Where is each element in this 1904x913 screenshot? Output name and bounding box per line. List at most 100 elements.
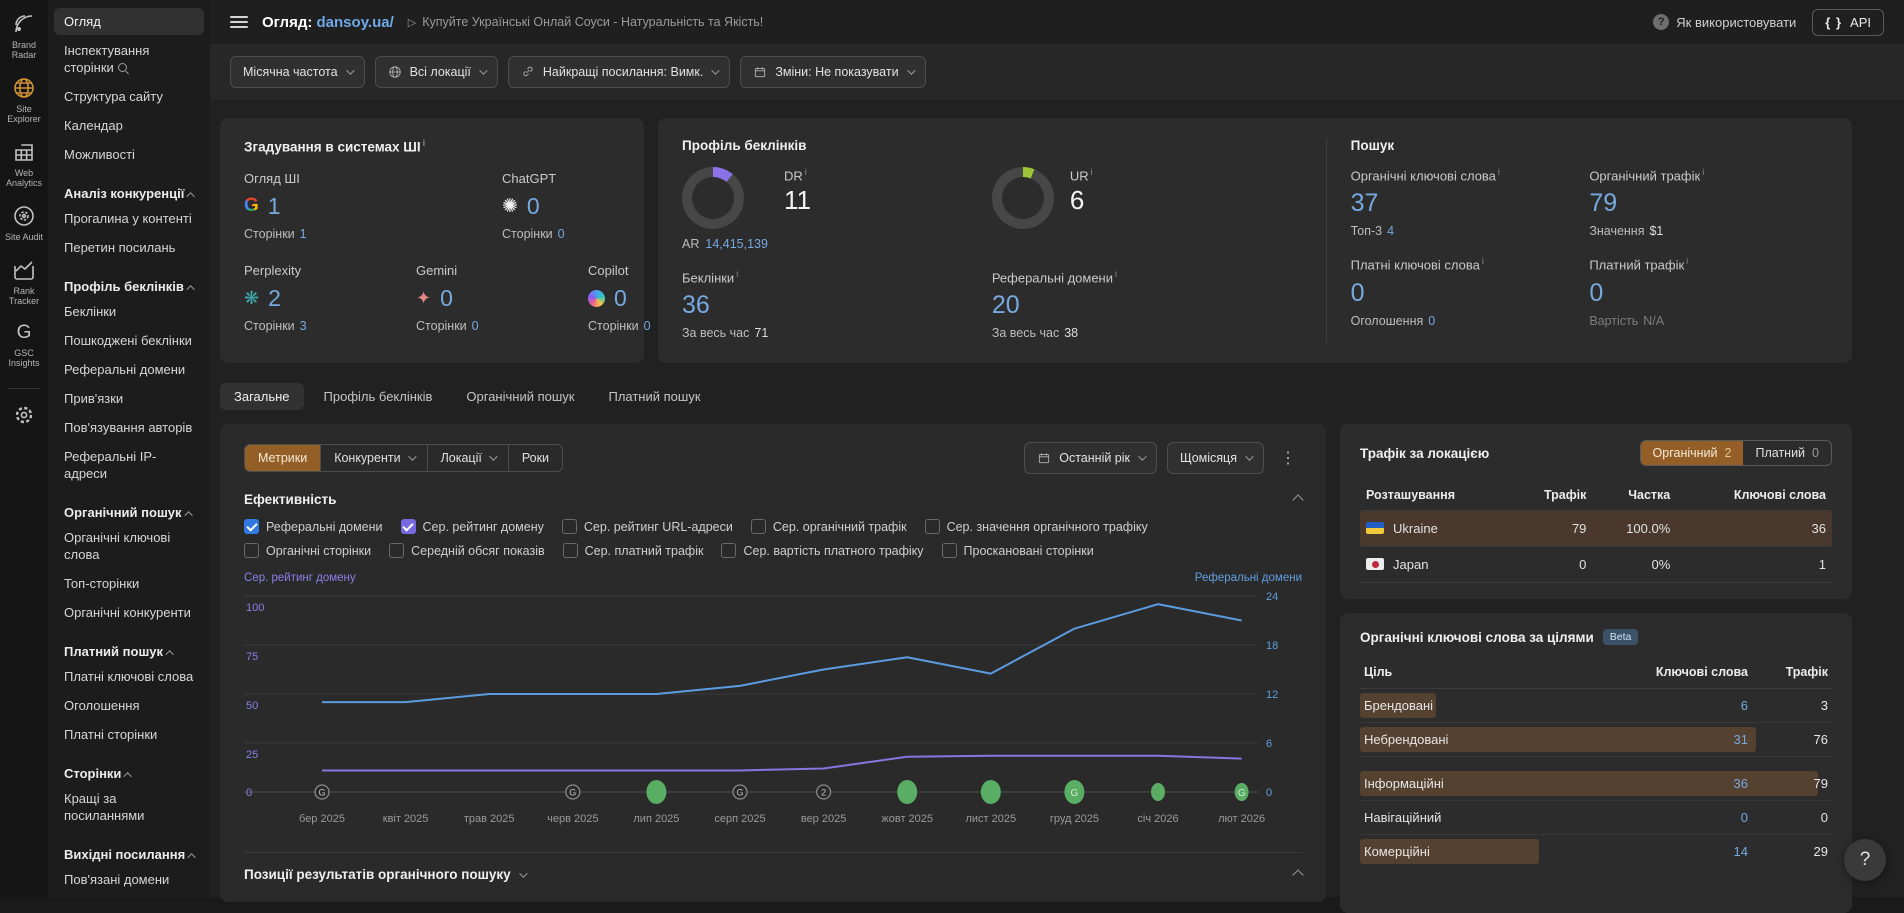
keywords-count-link[interactable]: 36 — [1638, 776, 1748, 791]
sidebar-item-organic-competitors[interactable]: Органічні конкуренти — [54, 599, 204, 626]
sidebar-section-outgoing-links[interactable]: Вихідні посилання — [54, 843, 204, 866]
best-links-dropdown[interactable]: Найкращі посилання: Вимк. — [508, 56, 730, 88]
period-dropdown[interactable]: Останній рік — [1024, 442, 1157, 474]
tab-backlink-profile[interactable]: Профіль беклінків — [310, 383, 447, 410]
info-icon[interactable]: i — [1115, 269, 1117, 279]
sidebar-item-overview[interactable]: Огляд — [54, 8, 204, 35]
sidebar-item-organic-keywords[interactable]: Органічні ключові слова — [54, 524, 204, 568]
pages-count-link[interactable]: 0 — [558, 227, 565, 241]
pages-count-link[interactable]: 3 — [300, 319, 307, 333]
checkbox-avg-url-rating[interactable]: Сер. рейтинг URL-адреси — [562, 519, 733, 534]
sidebar-item-page-inspect[interactable]: Інспектування сторінки — [54, 37, 204, 81]
pages-count-link[interactable]: 0 — [644, 319, 651, 333]
sidebar-item-content-gap[interactable]: Прогалина у контенті — [54, 205, 204, 232]
paid-toggle[interactable]: Платний0 — [1743, 441, 1831, 465]
organic-toggle[interactable]: Органічний2 — [1641, 441, 1744, 465]
intent-row-informational[interactable]: Інформаційні 36 79 — [1360, 767, 1832, 801]
checkbox-avg-organic-traffic[interactable]: Сер. органічний трафік — [751, 519, 907, 534]
target-domain-link[interactable]: dansoy.ua/ — [317, 14, 394, 31]
rail-item-web-analytics[interactable]: Web Analytics — [0, 140, 48, 188]
checkbox-referring-domains[interactable]: Реферальні домени — [244, 519, 383, 534]
tab-organic-search[interactable]: Органічний пошук — [452, 383, 588, 410]
tab-paid-search[interactable]: Платний пошук — [594, 383, 714, 410]
locations-segment[interactable]: Локації — [427, 445, 508, 471]
info-icon[interactable]: i — [805, 167, 807, 177]
keywords-count-link[interactable]: 6 — [1638, 698, 1748, 713]
ads-value-link[interactable]: 0 — [1428, 314, 1435, 328]
rail-item-settings[interactable] — [0, 403, 48, 427]
backlinks-count-link[interactable]: 36 — [682, 291, 992, 320]
sidebar-item-ads[interactable]: Оголошення — [54, 692, 204, 719]
rail-item-rank-tracker[interactable]: Rank Tracker — [0, 258, 48, 306]
checkbox-avg-organic-traffic-value[interactable]: Сер. значення органічного трафіку — [925, 519, 1148, 534]
sidebar-item-paid-pages[interactable]: Платні сторінки — [54, 721, 204, 748]
help-fab-button[interactable]: ? — [1844, 839, 1886, 881]
sidebar-item-referring-domains[interactable]: Реферальні домени — [54, 356, 204, 383]
locations-dropdown[interactable]: Всі локації — [375, 56, 498, 88]
top3-value-link[interactable]: 4 — [1387, 224, 1394, 238]
sidebar-item-site-structure[interactable]: Структура сайту — [54, 83, 204, 110]
info-icon[interactable]: i — [1091, 167, 1093, 177]
info-icon[interactable]: i — [1498, 167, 1500, 177]
how-to-use-link[interactable]: ? Як використовувати — [1653, 14, 1796, 30]
sidebar-item-anchors[interactable]: Прив'язки — [54, 385, 204, 412]
sidebar-section-organic-search[interactable]: Органічний пошук — [54, 501, 204, 524]
refdomains-count-link[interactable]: 20 — [992, 291, 1302, 320]
granularity-dropdown[interactable]: Щомісяця — [1167, 442, 1264, 474]
sidebar-section-competitive-analysis[interactable]: Аналіз конкуренції — [54, 182, 204, 205]
intent-row-navigational[interactable]: Навігаційний 0 0 — [1360, 801, 1832, 835]
sidebar-section-backlink-profile[interactable]: Профіль беклінків — [54, 275, 204, 298]
paid-traffic-count-link[interactable]: 0 — [1589, 279, 1828, 308]
info-icon[interactable]: i — [1702, 167, 1704, 177]
sidebar-item-linked-domains[interactable]: Пов'язані домени — [54, 866, 204, 893]
keywords-count-link[interactable]: 14 — [1638, 844, 1748, 859]
keywords-count-link[interactable]: 0 — [1638, 810, 1748, 825]
collapse-section-icon[interactable] — [1292, 494, 1303, 505]
kebab-menu-icon[interactable]: ⋮ — [1274, 448, 1302, 468]
checkbox-avg-paid-traffic[interactable]: Сер. платний трафік — [563, 543, 704, 558]
sidebar-item-author-linking[interactable]: Пов'язування авторів — [54, 414, 204, 441]
collapse-section-icon[interactable] — [1292, 869, 1303, 880]
checkbox-avg-domain-rating[interactable]: Сер. рейтинг домену — [401, 519, 544, 534]
paid-keywords-count-link[interactable]: 0 — [1351, 279, 1590, 308]
table-row-japan[interactable]: Japan 0 0% 1 — [1360, 547, 1832, 583]
sidebar-item-paid-keywords[interactable]: Платні ключові слова — [54, 663, 204, 690]
sidebar-item-link-intersect[interactable]: Перетин посилань — [54, 234, 204, 261]
pages-count-link[interactable]: 1 — [300, 227, 307, 241]
sidebar-item-best-by-links[interactable]: Кращі за посиланнями — [54, 785, 204, 829]
organic-keywords-count-link[interactable]: 37 — [1351, 189, 1590, 218]
sidebar-section-paid-search[interactable]: Платний пошук — [54, 640, 204, 663]
sidebar-item-referring-ips[interactable]: Реферальні IP-адреси — [54, 443, 204, 487]
frequency-dropdown[interactable]: Місячна частота — [230, 56, 365, 88]
years-segment[interactable]: Роки — [508, 445, 562, 471]
intent-row-branded[interactable]: Брендовані 6 3 — [1360, 689, 1832, 723]
pages-count-link[interactable]: 0 — [472, 319, 479, 333]
info-icon[interactable]: i — [423, 138, 426, 148]
sidebar-section-pages[interactable]: Сторінки — [54, 762, 204, 785]
organic-traffic-count-link[interactable]: 79 — [1589, 189, 1828, 218]
tab-general[interactable]: Загальне — [220, 383, 304, 410]
checkbox-avg-impressions[interactable]: Середній обсяг показів — [389, 543, 544, 558]
metrics-segment[interactable]: Метрики — [245, 445, 320, 471]
right-axis-label[interactable]: Реферальні домени — [1195, 572, 1302, 584]
keywords-count-link[interactable]: 1 — [1676, 547, 1832, 583]
rail-item-gsc-insights[interactable]: G GSC Insights — [0, 322, 48, 368]
sidebar-item-calendar[interactable]: Календар — [54, 112, 204, 139]
sidebar-item-top-pages[interactable]: Топ-сторінки — [54, 570, 204, 597]
competitors-segment[interactable]: Конкуренти — [320, 445, 426, 471]
performance-line-chart[interactable]: 025507510006121824бер 2025квіт 2025трав … — [244, 588, 1302, 836]
ar-value-link[interactable]: 14,415,139 — [705, 237, 768, 251]
rail-item-site-explorer[interactable]: Site Explorer — [0, 76, 48, 124]
sidebar-item-backlinks[interactable]: Беклінки — [54, 298, 204, 325]
sidebar-item-opportunities[interactable]: Можливості — [54, 141, 204, 168]
checkbox-avg-paid-traffic-cost[interactable]: Сер. вартість платного трафіку — [721, 543, 923, 558]
info-icon[interactable]: i — [1482, 256, 1484, 266]
rail-item-brand-radar[interactable]: Brand Radar — [0, 12, 48, 60]
hamburger-menu-icon[interactable] — [230, 13, 248, 31]
info-icon[interactable]: i — [1686, 256, 1688, 266]
rail-item-site-audit[interactable]: Site Audit — [0, 204, 48, 242]
api-button[interactable]: { } API — [1812, 9, 1884, 36]
positions-section-title[interactable]: Позиції результатів органічного пошуку — [244, 867, 525, 882]
keywords-count-link[interactable]: 36 — [1676, 511, 1832, 547]
checkbox-organic-pages[interactable]: Органічні сторінки — [244, 543, 371, 558]
